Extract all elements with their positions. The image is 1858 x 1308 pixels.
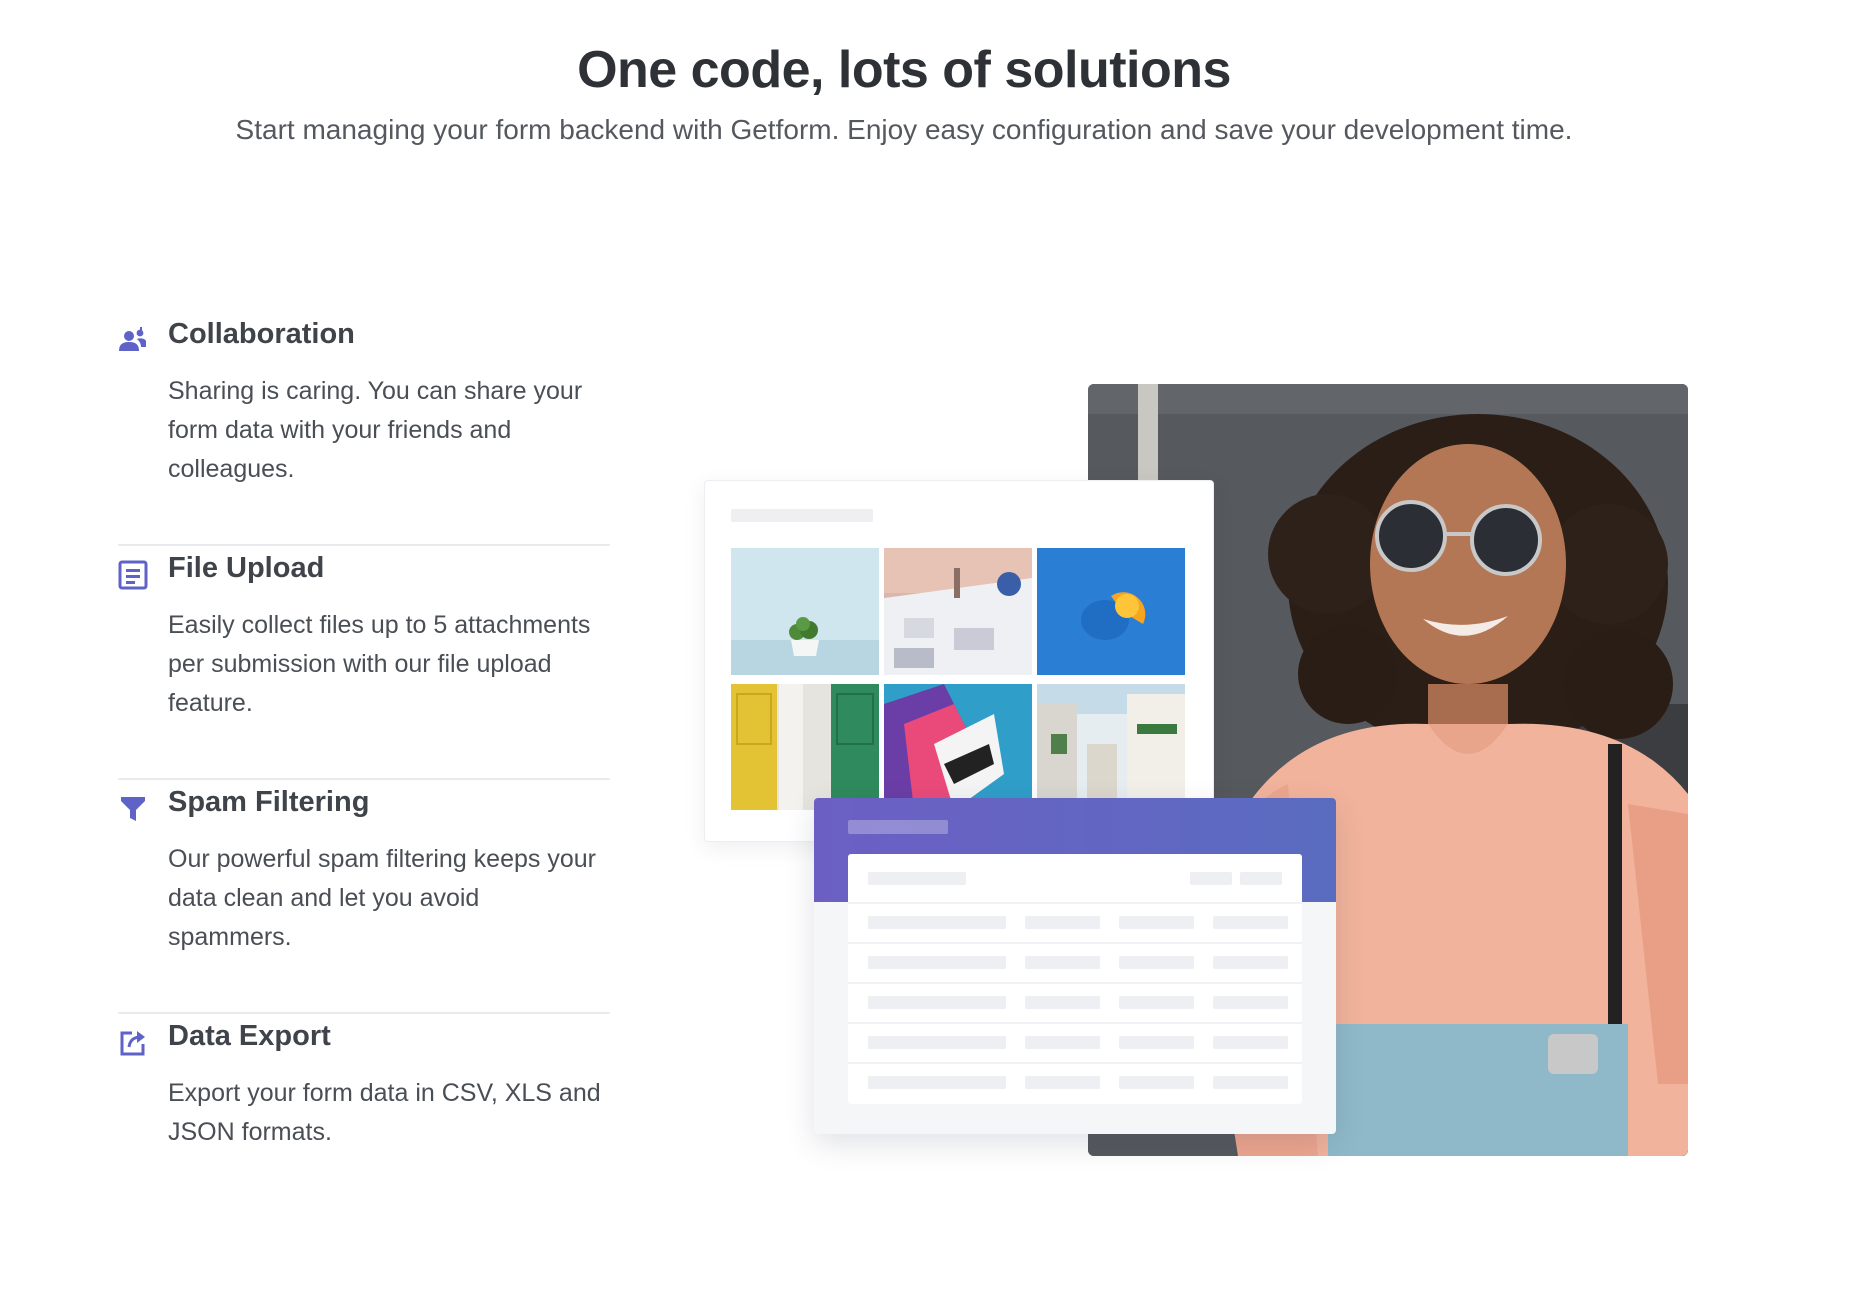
feature-description: Easily collect files up to 5 attachments… — [168, 611, 591, 717]
section-title: One code, lots of solutions — [577, 41, 1231, 99]
orange-photo — [1037, 548, 1185, 675]
placeholder-cell — [1119, 956, 1194, 969]
placeholder-cell — [1213, 996, 1288, 1009]
feature-list: Collaboration Sharing is caring. You can… — [118, 312, 610, 1248]
feature-title: File Upload — [168, 552, 325, 584]
feature-title: Spam Filtering — [168, 786, 370, 818]
placeholder-cell — [868, 956, 1006, 969]
table-row — [848, 982, 1302, 1024]
feature-file-upload: File Upload Easily collect files up to 5… — [118, 546, 610, 780]
placeholder-cell — [1213, 1076, 1288, 1089]
placeholder-cell — [1119, 1036, 1194, 1049]
placeholder-cell — [1213, 956, 1288, 969]
table-row — [848, 942, 1302, 984]
table-sheet — [848, 854, 1302, 1104]
placeholder-cell — [1190, 872, 1232, 885]
building-photo — [884, 684, 1032, 810]
placeholder-cell — [1119, 1076, 1194, 1089]
placeholder-cell — [1213, 1036, 1288, 1049]
plant-photo — [731, 548, 879, 675]
placeholder-bar — [848, 820, 948, 834]
placeholder-cell — [1025, 1076, 1100, 1089]
doors-photo — [731, 684, 879, 810]
file-upload-icon — [118, 560, 148, 590]
feature-description: Sharing is caring. You can share your fo… — [168, 377, 583, 483]
table-row — [848, 1022, 1302, 1064]
users-icon — [118, 326, 148, 356]
placeholder-cell — [1025, 956, 1100, 969]
placeholder-cell — [868, 996, 1006, 1009]
placeholder-cell — [1119, 996, 1194, 1009]
feature-data-export: Data Export Export your form data in CSV… — [118, 1014, 610, 1248]
feature-title: Data Export — [168, 1020, 331, 1052]
table-row — [848, 1062, 1302, 1102]
gallery-card — [704, 480, 1214, 842]
santorini-photo — [884, 548, 1032, 675]
table-header-row — [848, 854, 1302, 904]
feature-collaboration: Collaboration Sharing is caring. You can… — [118, 312, 610, 546]
placeholder-cell — [1025, 996, 1100, 1009]
feature-spam-filtering: Spam Filtering Our powerful spam filteri… — [118, 780, 610, 1014]
placeholder-cell — [868, 872, 966, 885]
submissions-table-card — [814, 798, 1336, 1134]
placeholder-cell — [1119, 916, 1194, 929]
placeholder-cell — [868, 1036, 1006, 1049]
placeholder-cell — [1213, 916, 1288, 929]
section-subtitle: Start managing your form backend with Ge… — [235, 114, 1573, 145]
placeholder-cell — [1025, 916, 1100, 929]
street-photo — [1037, 684, 1185, 810]
placeholder-cell — [868, 1076, 1006, 1089]
placeholder-bar — [731, 509, 873, 522]
placeholder-cell — [1240, 872, 1282, 885]
placeholder-cell — [1025, 1036, 1100, 1049]
feature-description: Our powerful spam filtering keeps your d… — [168, 845, 596, 951]
table-row — [848, 902, 1302, 944]
filter-icon — [118, 794, 148, 824]
placeholder-cell — [868, 916, 1006, 929]
feature-title: Collaboration — [168, 318, 355, 350]
export-icon — [118, 1028, 148, 1058]
feature-description: Export your form data in CSV, XLS and JS… — [168, 1079, 601, 1146]
